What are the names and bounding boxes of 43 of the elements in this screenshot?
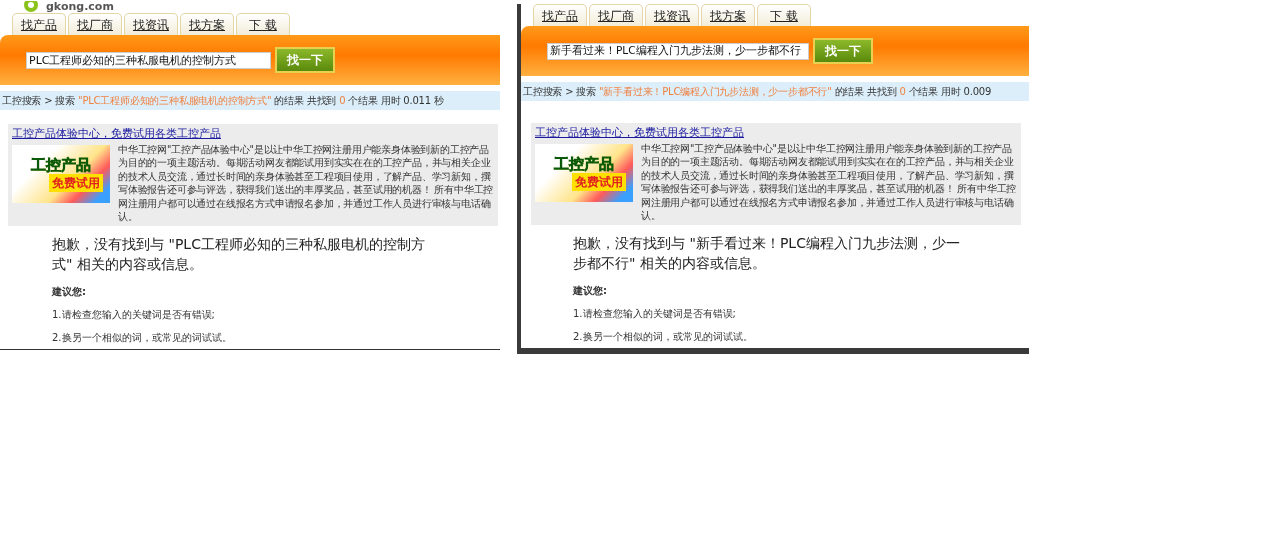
advice-item: 1.请检查您输入的关键词是否有错误; — [573, 306, 737, 321]
promo-text: 中华工控网"工控产品体验中心"是以让中华工控网注册用户能亲身体验到新的工控产品为目的的一项主题活动。每期活动网友都能试用到实实在在的工控产品，并与相关企业的技术人员交流，通过长时间的亲身体验甚至工程项目使用，了解产品、学习新知，撰写体验报告还可参与评选，获得我们送出的丰厚奖品，甚至试用的机器！ 所有中华工控网注册用户都可以通过在线报名方式申请报名参加，并通过工作人员进行审核与电话确认。 — [641, 141, 1017, 223]
promo-link[interactable]: 工控产品体验中心，免费试用各类工控产品 — [535, 126, 744, 139]
search-query: "PLC工程师必知的三种私服电机的控制方式" — [78, 94, 272, 108]
advice-title: 建议您: — [573, 283, 608, 298]
advice-item: 1.请检查您输入的关键词是否有错误; — [52, 307, 216, 322]
advice-item: 2.换另一个相似的词，或常见的词试试。 — [52, 330, 233, 345]
banner-subtitle: 免费试用 — [572, 172, 626, 191]
breadcrumb-link[interactable]: 工控搜索 — [2, 93, 42, 108]
nav-tab[interactable]: 找产品 — [533, 4, 587, 26]
nav-tab[interactable]: 找产品 — [12, 13, 66, 35]
result-text: 的结果 共找到 — [274, 94, 337, 108]
nav-tab[interactable]: 找资讯 — [645, 4, 699, 26]
result-text: 的结果 共找到 — [834, 85, 897, 99]
search-query: "新手看过来！PLC编程入门九步法测，少一步都不行" — [599, 85, 832, 99]
no-result-message: 抱歉，没有找到与 "PLC工程师必知的三种私服电机的控制方式" 相关的内容或信息。 — [52, 234, 426, 274]
promo-link[interactable]: 工控产品体验中心，免费试用各类工控产品 — [12, 127, 221, 140]
nav-tab[interactable]: 找方案 — [701, 4, 755, 26]
banner-title: 工控产品 — [554, 154, 614, 173]
breadcrumb-separator: > — [565, 85, 574, 99]
search-field[interactable]: PLC工程师必知的三种私服电机的控制方式 — [26, 51, 271, 69]
result-count: 0 — [899, 85, 906, 99]
promo-text: 中华工控网"工控产品体验中心"是以让中华工控网注册用户能亲身体验到新的工控产品为目的的一项主题活动。每期活动网友都能试用到实实在在的工控产品，并与相关企业的技术人员交流，通过长时间的亲身体验甚至工程项目使用，了解产品、学习新知，撰写体验报告还可参与评选，获得我们送出的丰厚奖品，甚至试用的机器！ 所有中华工控网注册用户都可以通过在线报名方式申请报名参加，并通过工作人员进行审核与电话确认。 — [118, 142, 494, 224]
breadcrumb-label: 搜索 — [55, 94, 75, 108]
no-result-message: 抱歉，没有找到与 "新手看过来！PLC编程入门九步法测，少一步都不行" 相关的内容或信息。 — [573, 233, 961, 273]
breadcrumb-link[interactable]: 工控搜索 — [523, 84, 563, 99]
nav-tab[interactable]: 下 载 — [236, 13, 290, 35]
advice-title: 建议您: — [52, 284, 87, 299]
breadcrumb-separator: > — [44, 94, 53, 108]
result-text: 个结果 用时 0.011 秒 — [348, 94, 444, 108]
logo-text: gkong.com — [46, 1, 114, 13]
nav-tab[interactable]: 找厂商 — [68, 13, 122, 35]
nav-tab[interactable]: 找厂商 — [589, 4, 643, 26]
nav-tab[interactable]: 下 载 — [757, 4, 811, 26]
result-count: 0 — [339, 94, 346, 108]
banner-title: 工控产品 — [31, 155, 91, 174]
advice-item: 2.换另一个相似的词，或常见的词试试。 — [573, 329, 754, 344]
nav-tab[interactable]: 找资讯 — [124, 13, 178, 35]
breadcrumb-label: 搜索 — [576, 85, 596, 99]
search-field[interactable]: 新手看过来！PLC编程入门九步法测，少一步都不行 — [547, 42, 809, 60]
banner-subtitle: 免费试用 — [49, 173, 103, 192]
nav-tab[interactable]: 找方案 — [180, 13, 234, 35]
result-text: 个结果 用时 0.009 — [908, 85, 992, 99]
